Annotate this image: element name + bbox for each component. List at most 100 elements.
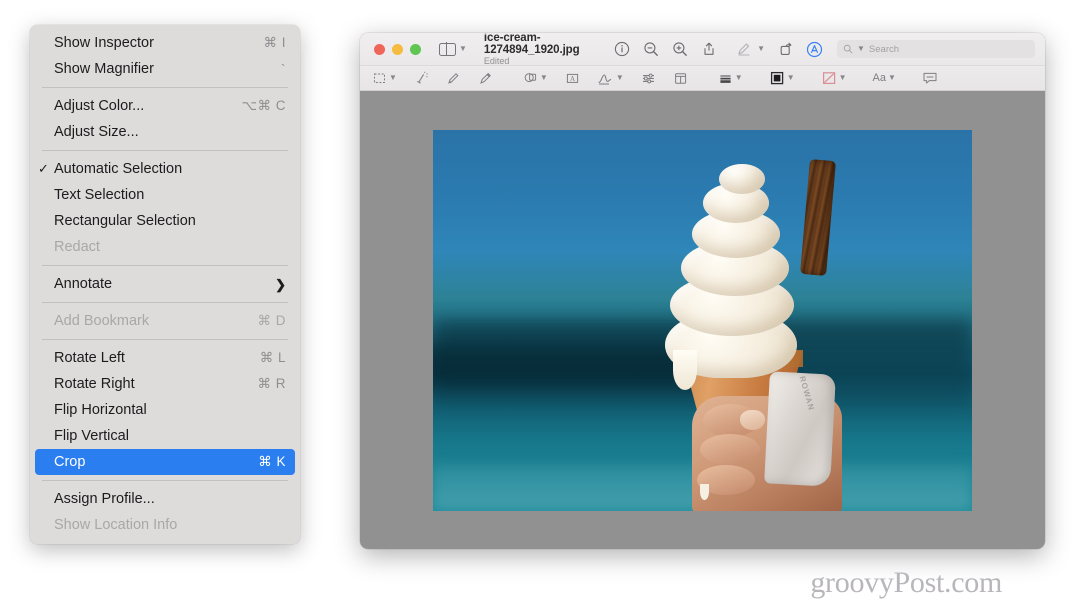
text-tool[interactable]: A <box>565 71 580 86</box>
info-icon[interactable] <box>613 41 630 58</box>
watermark: groovyPost.com <box>810 566 1002 599</box>
menu-item-label: Crop <box>54 454 86 470</box>
zoom-out-icon[interactable] <box>642 41 659 58</box>
image-canvas[interactable]: MISS ROWAN <box>360 91 1045 549</box>
menu-item-label: Flip Horizontal <box>54 402 147 418</box>
search-icon <box>843 44 853 54</box>
share-icon[interactable] <box>700 41 717 58</box>
menu-item-shortcut: ⌘ I <box>263 35 286 50</box>
menu-separator <box>42 339 288 340</box>
search-input[interactable]: ▼ Search <box>837 40 1035 58</box>
chevron-right-icon: ❯ <box>275 276 286 292</box>
markup-pen-icon[interactable] <box>735 41 752 58</box>
instant-alpha-tool[interactable] <box>414 71 429 86</box>
menu-item-text-selection[interactable]: Text Selection <box>35 182 295 208</box>
menu-item-show-magnifier[interactable]: Show Magnifier ` <box>35 56 295 82</box>
sidebar-view-button[interactable]: ▼ <box>439 42 467 56</box>
menu-item-rectangular-selection[interactable]: Rectangular Selection <box>35 208 295 234</box>
selection-tool[interactable]: ▼ <box>372 71 397 86</box>
menu-item-label: Show Inspector <box>54 35 154 51</box>
chevron-down-icon[interactable]: ▼ <box>888 74 896 82</box>
menu-item-label: Adjust Color... <box>54 98 145 114</box>
menu-item-shortcut: ` <box>281 61 286 77</box>
zoom-in-icon[interactable] <box>671 41 688 58</box>
menu-item-label: Assign Profile... <box>54 491 155 507</box>
menu-separator <box>42 87 288 88</box>
shapes-tool[interactable]: ▼ <box>523 71 548 86</box>
menu-separator <box>42 480 288 481</box>
adjust-size-tool[interactable] <box>673 71 688 86</box>
traffic-lights <box>374 43 421 55</box>
menu-item-show-location-info: Show Location Info <box>35 512 295 538</box>
menu-item-label: Show Location Info <box>54 517 178 533</box>
finger <box>699 434 760 466</box>
fingernail <box>740 409 766 430</box>
chevron-down-icon[interactable]: ▼ <box>616 74 624 82</box>
menu-item-label: Rotate Right <box>54 376 135 392</box>
menu-separator <box>42 265 288 266</box>
menu-item-label: Add Bookmark <box>54 313 150 329</box>
minimize-button[interactable] <box>392 43 403 55</box>
chevron-down-icon[interactable]: ▼ <box>540 74 548 82</box>
chevron-down-icon[interactable]: ▼ <box>787 74 795 82</box>
menu-item-shortcut: ⌘ R <box>257 376 286 391</box>
window-title: ice-cream-1274894_1920.jpg <box>483 33 580 56</box>
close-button[interactable] <box>374 43 385 55</box>
photo-ice-cream-cone[interactable]: MISS ROWAN <box>433 129 972 511</box>
menu-item-automatic-selection[interactable]: ✓ Automatic Selection <box>35 156 295 182</box>
menu-item-rotate-right[interactable]: Rotate Right ⌘ R <box>35 371 295 397</box>
menu-item-add-bookmark: Add Bookmark ⌘ D <box>35 308 295 334</box>
menu-item-adjust-color[interactable]: Adjust Color... ⌥⌘ C <box>35 93 295 119</box>
menu-item-rotate-left[interactable]: Rotate Left ⌘ L <box>35 345 295 371</box>
zoom-button[interactable] <box>410 43 421 55</box>
menu-item-label: Redact <box>54 239 100 255</box>
search-chevron-down-icon[interactable]: ▼ <box>857 45 865 53</box>
markup-toolbar: ▼ ▼ A ▼ ▼ ▼ ▼ Aa ▼ <box>360 66 1045 91</box>
chevron-down-icon[interactable]: ▼ <box>839 74 847 82</box>
chevron-down-icon[interactable]: ▼ <box>389 74 397 82</box>
menu-separator <box>42 302 288 303</box>
markup-chevron-down-icon[interactable]: ▼ <box>757 45 765 53</box>
sidebar-icon <box>439 42 456 56</box>
text-style-tool[interactable]: Aa ▼ <box>873 72 896 84</box>
toolbar-right: ▼ ▼ Search <box>613 40 1037 58</box>
window-subtitle: Edited <box>483 55 510 66</box>
checkmark-icon: ✓ <box>38 161 49 176</box>
chevron-down-icon: ▼ <box>459 44 467 53</box>
text-style-label: Aa <box>872 72 886 84</box>
svg-text:A: A <box>570 75 575 83</box>
search-placeholder: Search <box>868 43 900 55</box>
menu-item-show-inspector[interactable]: Show Inspector ⌘ I <box>35 30 295 56</box>
context-menu: Show Inspector ⌘ I Show Magnifier ` Adjust C… <box>30 25 300 544</box>
menu-item-label: Automatic Selection <box>54 161 183 177</box>
sketch-tool[interactable] <box>446 71 461 86</box>
sign-tool[interactable]: ▼ <box>597 71 624 86</box>
menu-item-flip-vertical[interactable]: Flip Vertical <box>35 423 295 449</box>
chevron-down-icon[interactable]: ▼ <box>735 74 743 82</box>
shape-style-tool[interactable]: ▼ <box>718 71 743 86</box>
fill-color-tool[interactable]: ▼ <box>769 70 795 86</box>
menu-item-annotate[interactable]: Annotate ❯ <box>35 271 295 297</box>
annotate-active-icon[interactable] <box>806 41 823 58</box>
menu-item-label: Annotate <box>54 276 113 292</box>
menu-item-shortcut: ⌘ L <box>259 350 286 365</box>
preview-window: ▼ ice-cream-1274894_1920.jpg Edited ▼ ▼ … <box>360 33 1045 549</box>
menu-item-shortcut: ⌥⌘ C <box>241 98 286 113</box>
document-title-block: ice-cream-1274894_1920.jpg Edited <box>484 33 613 66</box>
menu-item-adjust-size[interactable]: Adjust Size... <box>35 119 295 145</box>
menu-item-flip-horizontal[interactable]: Flip Horizontal <box>35 397 295 423</box>
ice-cream-swirl <box>718 163 765 194</box>
menu-item-label: Rectangular Selection <box>54 213 196 229</box>
border-color-tool[interactable]: ▼ <box>821 70 847 86</box>
draw-tool[interactable] <box>478 71 493 86</box>
note-tool[interactable] <box>922 71 938 85</box>
rotate-icon[interactable] <box>777 41 794 58</box>
menu-item-label: Text Selection <box>54 187 145 203</box>
menu-item-crop[interactable]: Crop ⌘ K <box>35 449 295 475</box>
menu-item-label: Rotate Left <box>54 350 125 366</box>
menu-item-redact: Redact <box>35 234 295 260</box>
screenshot-root: Show Inspector ⌘ I Show Magnifier ` Adjust C… <box>0 0 1080 612</box>
adjust-color-tool[interactable] <box>641 71 656 86</box>
melting-drip <box>699 483 709 500</box>
menu-item-assign-profile[interactable]: Assign Profile... <box>35 486 295 512</box>
